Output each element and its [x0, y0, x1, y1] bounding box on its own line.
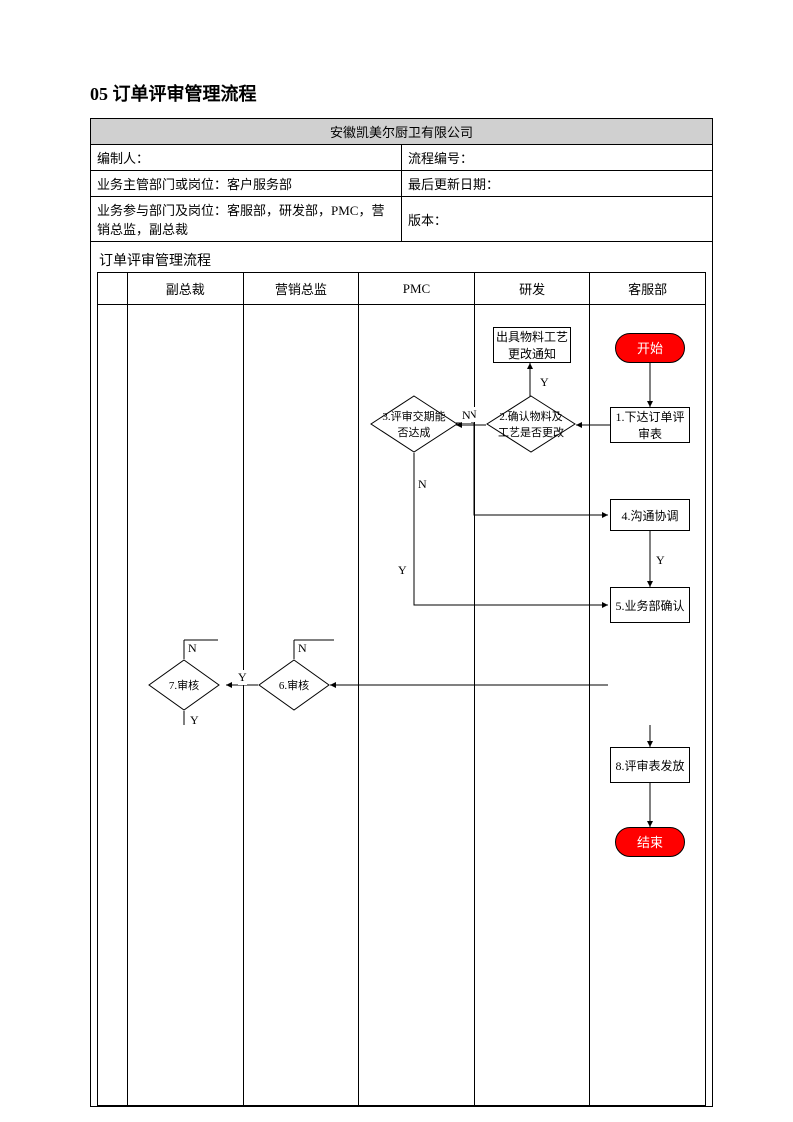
process-step1: 1.下达订单评审表 [610, 407, 690, 443]
header-table: 安徽凯美尔厨卫有限公司 编制人： 流程编号： 业务主管部门或岗位：客户服务部 最… [90, 118, 713, 242]
process-step8: 8.评审表发放 [610, 747, 690, 783]
dept-value: 客户服务部 [227, 177, 292, 192]
label-y: Y [190, 713, 199, 728]
label-n: N [418, 477, 427, 492]
lane-header: 客服部 [590, 273, 706, 305]
author-label: 编制人： [97, 151, 149, 166]
decision-step3: 3.评审交期能否达成 [370, 395, 458, 453]
decision-step6: 6.审核 [258, 659, 330, 711]
decision-step2: 2.确认物料及工艺是否更改 [486, 395, 576, 453]
start-terminator: 开始 [615, 333, 685, 363]
swimlane-table: 副总裁 营销总监 PMC 研发 客服部 [97, 272, 706, 1106]
label-n: N [188, 641, 197, 656]
lane-header: 营销总监 [243, 273, 359, 305]
lane-header: PMC [359, 273, 475, 305]
label-n: N [462, 408, 471, 423]
label-y: Y [540, 375, 549, 390]
label-n: N [298, 641, 307, 656]
label-y: Y [398, 563, 407, 578]
label-y: Y [238, 670, 247, 685]
process-step4: 4.沟通协调 [610, 499, 690, 531]
update-label: 最后更新日期： [408, 177, 499, 192]
participants-label: 业务参与部门及岗位： [97, 203, 227, 218]
section-title: 订单评审管理流程 [99, 250, 706, 270]
flow-diagram: 开始 结束 出具物料工艺更改通知 1.下达订单评审表 4.沟通协调 5.业务部确… [98, 305, 706, 1105]
version-label: 版本： [408, 213, 447, 228]
dept-label: 业务主管部门或岗位： [97, 177, 227, 192]
lane-header: 研发 [474, 273, 590, 305]
label-y: Y [656, 553, 665, 568]
decision-step7: 7.审核 [148, 659, 220, 711]
company-name: 安徽凯美尔厨卫有限公司 [91, 119, 713, 145]
proc-no-label: 流程编号： [408, 151, 473, 166]
end-terminator: 结束 [615, 827, 685, 857]
page-title: 05 订单评审管理流程 [90, 80, 713, 106]
process-notice: 出具物料工艺更改通知 [493, 327, 571, 363]
lane-header: 副总裁 [128, 273, 244, 305]
process-step5: 5.业务部确认 [610, 587, 690, 623]
process-container: 订单评审管理流程 副总裁 营销总监 PMC 研发 客服部 [90, 242, 713, 1107]
